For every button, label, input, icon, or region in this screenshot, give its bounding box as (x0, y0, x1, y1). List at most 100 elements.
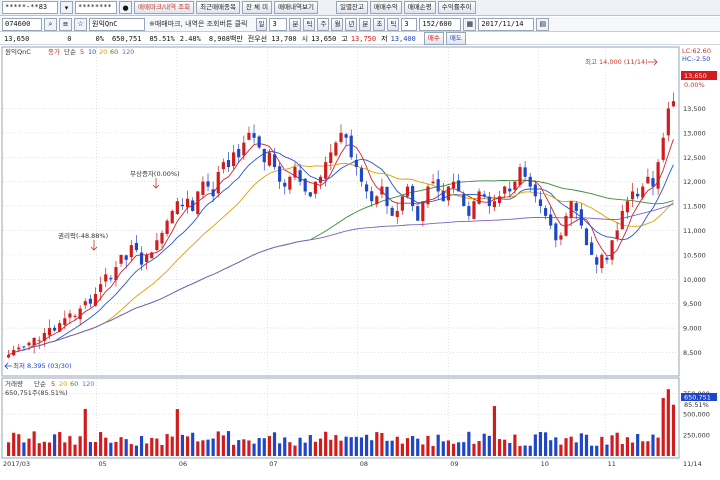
candle-body (380, 186, 384, 195)
open-label: 시 (301, 34, 309, 43)
candle-body (574, 203, 578, 211)
volume-bar (375, 432, 379, 456)
period-minute-button[interactable]: 분 (289, 17, 302, 31)
volume-bar (497, 439, 502, 456)
turnover: 2.48% (179, 34, 201, 43)
volume-bar (165, 434, 169, 456)
legend-ma5: 5 (80, 48, 84, 56)
candle-body (477, 191, 481, 204)
candle-body (170, 210, 174, 224)
volume-bar (278, 443, 282, 456)
candle-body (400, 196, 404, 211)
stock-chart[interactable]: 8,500 9,000 9,500 10,000 10,500 11,000 11,500 1… (0, 45, 720, 480)
volume-bar (554, 437, 558, 456)
volume-bar (216, 431, 220, 456)
search-icon[interactable]: ⌕ (44, 17, 57, 31)
candle-body (242, 142, 246, 156)
calendar-icon[interactable]: ▤ (536, 17, 550, 31)
count-step-input[interactable]: 3 (401, 17, 418, 31)
volume-bar (416, 438, 420, 456)
candle-body (68, 313, 72, 318)
volume-bar (390, 440, 394, 456)
volume-bar (109, 442, 113, 456)
price-tick-label: 12,000 (683, 178, 706, 186)
candle-body (615, 230, 619, 239)
volume-bar (431, 445, 435, 456)
candle-body (134, 242, 139, 250)
tab-daily-balance[interactable]: 일별잔고 (335, 1, 368, 14)
candle-body (257, 136, 261, 148)
favorite-icon[interactable]: ☆ (74, 17, 87, 31)
volume-bar (651, 434, 655, 456)
period-year-button[interactable]: 년 (345, 17, 358, 31)
volume-bar (37, 443, 41, 456)
volume-bar (630, 442, 635, 456)
volume-bar (533, 434, 537, 456)
candle-body (636, 193, 640, 197)
volume-bar (191, 432, 195, 456)
list-icon[interactable]: ≡ (59, 17, 72, 31)
lock-icon[interactable]: ● (119, 1, 132, 14)
candle-body (191, 200, 195, 211)
volume-bar (559, 444, 563, 456)
volume-bar (615, 432, 619, 456)
date-tick-label: 11 (608, 460, 616, 468)
high-label: 고 (341, 34, 348, 43)
account-select[interactable]: *****-**83 (2, 1, 58, 14)
candle-body (32, 337, 36, 346)
candle-body (472, 201, 476, 219)
candle-body (508, 188, 512, 192)
period-day-button[interactable]: 일 (255, 17, 268, 31)
period-tick-button[interactable]: 틱 (303, 17, 316, 31)
candle-body (457, 180, 461, 192)
period-week-button[interactable]: 주 (317, 17, 330, 31)
price-legend-name: 원익QnC (5, 47, 31, 56)
tab-trade-history[interactable]: 매매내역보기 (274, 1, 318, 14)
candle-body (221, 162, 225, 170)
candle-body (344, 134, 348, 138)
chart-settings-icon[interactable]: ▦ (463, 17, 477, 31)
password-field[interactable]: ******** (75, 1, 117, 14)
period-min2-button[interactable]: 분 (359, 17, 372, 31)
volume-bar (426, 435, 430, 456)
period-step-input[interactable]: 3 (269, 17, 288, 31)
candle-body (237, 148, 241, 158)
data-counter[interactable]: 152/600 (419, 17, 462, 31)
volume-value: 650,751 (111, 34, 142, 43)
candle-body (104, 274, 108, 282)
buy-button[interactable]: 매수 (423, 32, 444, 45)
candle-body (671, 101, 676, 107)
candle-body (503, 186, 507, 194)
volume-bar (119, 437, 123, 456)
volume-bar (145, 443, 149, 456)
volume-bar (472, 443, 476, 456)
date-input[interactable]: 2017/11/14 (478, 17, 535, 31)
volume-bar (492, 406, 497, 456)
stock-name-field: 원익QnC (89, 17, 145, 31)
tab-trade-eval[interactable]: 매매손평 (403, 1, 436, 14)
candle-body (303, 178, 307, 192)
low-annotation: 최저 8,395 (03/30) (13, 361, 72, 370)
volume-bar (538, 431, 543, 456)
period-sec-button[interactable]: 초 (373, 17, 386, 31)
tab-trade-marks[interactable]: 매매마크/내역 조회 (134, 1, 195, 14)
candle-body (411, 186, 415, 207)
date-tick-label: 09 (450, 460, 458, 468)
stock-code-input[interactable]: 074600 (2, 17, 42, 31)
candle-body (329, 152, 333, 164)
period-tick2-button[interactable]: 틱 (387, 17, 400, 31)
tab-recent-items[interactable]: 최근매매종목 (196, 1, 240, 14)
tab-balance[interactable]: 잔 체 미 (242, 1, 273, 14)
period-month-button[interactable]: 월 (331, 17, 344, 31)
candle-body (600, 254, 604, 269)
tab-return-trend[interactable]: 수익률추이 (437, 1, 476, 14)
volume-bar (436, 434, 440, 456)
sell-button[interactable]: 매도 (445, 32, 466, 45)
tab-trade-profit[interactable]: 매매수익 (369, 1, 402, 14)
hc-label: HC:-2.50 (682, 55, 710, 63)
volume-ratio: 85.51% (149, 34, 175, 43)
dropdown-arrow-icon[interactable]: ▾ (60, 1, 73, 14)
volume-bar (160, 445, 164, 456)
price-tick-label: 8,500 (683, 349, 702, 357)
volume-bar (395, 436, 399, 456)
